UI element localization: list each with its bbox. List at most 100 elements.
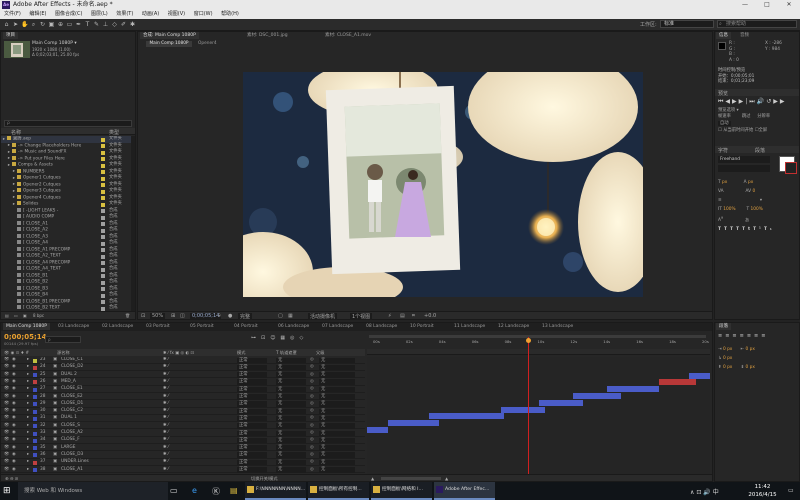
- blend-mode-select[interactable]: 正常: [237, 379, 267, 385]
- work-area-bar[interactable]: [369, 335, 706, 338]
- disclosure-triangle-icon[interactable]: ▸: [27, 372, 29, 379]
- audio-icon[interactable]: ◉: [12, 357, 16, 364]
- layer-row[interactable]: 👁 ◉ ▸ 26 ▣ MED_A ✱ ⁄ 正常 无 ◎ 无: [1, 379, 365, 386]
- label-color-icon[interactable]: [101, 274, 105, 278]
- always-preview-icon[interactable]: ⊡: [141, 313, 145, 319]
- timeline-comp-tab[interactable]: 07 Landscape: [319, 323, 356, 330]
- layer-row[interactable]: 👁 ◉ ▸ 34 ▣ CLOSE_F ✱ ⁄ 正常 无 ◎ 无: [1, 437, 365, 445]
- label-color-icon[interactable]: [101, 261, 105, 265]
- visibility-icon[interactable]: 👁: [4, 445, 9, 452]
- disclosure-triangle-icon[interactable]: ▸: [27, 394, 29, 401]
- layer-duration-bar[interactable]: [428, 413, 505, 420]
- visibility-icon[interactable]: 👁: [4, 379, 9, 386]
- blend-mode-select[interactable]: 正常: [237, 415, 267, 422]
- label-color-icon[interactable]: [101, 248, 105, 252]
- audio-icon[interactable]: ◉: [12, 408, 16, 415]
- parent-pickwhip-icon[interactable]: ◎: [310, 430, 314, 437]
- visibility-icon[interactable]: 👁: [4, 437, 9, 444]
- parent-select[interactable]: 无: [319, 401, 355, 407]
- taskbar-search-box[interactable]: 搜索 Web 和 Windows: [18, 482, 168, 500]
- visibility-icon[interactable]: 👁: [4, 394, 9, 401]
- layer-switches[interactable]: ✱ ⁄: [163, 415, 169, 422]
- parent-pickwhip-icon[interactable]: ◎: [310, 415, 314, 422]
- layer-label-color[interactable]: [33, 438, 37, 443]
- label-color-icon[interactable]: [101, 170, 105, 174]
- layer-row[interactable]: 👁 ◉ ▸ 37 ▣ UNDER.Lines ✱ ⁄ 正常 无 ◎ 无: [1, 459, 365, 466]
- parent-select[interactable]: 无: [319, 386, 355, 393]
- layer-label-color[interactable]: [33, 395, 37, 399]
- label-color-icon[interactable]: [101, 163, 105, 168]
- label-color-icon[interactable]: [101, 228, 105, 233]
- column-mode[interactable]: 模式: [237, 349, 245, 356]
- track-matte-select[interactable]: 无: [276, 401, 306, 407]
- audio-icon[interactable]: ◉: [12, 423, 16, 430]
- layer-name[interactable]: DUAL 1: [61, 415, 77, 422]
- label-color-icon[interactable]: [101, 196, 105, 200]
- layer-duration-bar[interactable]: [387, 420, 440, 427]
- leading-unit[interactable]: px: [748, 180, 753, 185]
- layer-duration-bar[interactable]: [572, 392, 621, 399]
- tray-chevron-icon[interactable]: ∧: [690, 489, 694, 496]
- subscript-icon[interactable]: T₁: [764, 227, 775, 232]
- parent-pickwhip-icon[interactable]: ◎: [310, 372, 314, 379]
- track-matte-select[interactable]: 无: [276, 452, 306, 458]
- parent-select[interactable]: 无: [319, 445, 355, 451]
- parent-select[interactable]: 无: [319, 437, 355, 444]
- audio-icon[interactable]: ◉: [12, 394, 16, 401]
- layer-row[interactable]: 👁 ◉ ▸ 36 ▣ CLOSE_D3 ✱ ⁄ 正常 无 ◎ 无: [1, 452, 365, 459]
- visibility-icon[interactable]: 👁: [4, 452, 9, 459]
- layer-row[interactable]: 👁 ◉ ▸ 38 ▣ CLOSE_A1 ✱ ⁄ 正常 无 ◎ 无: [1, 467, 365, 474]
- layer-switches[interactable]: ✱ ⁄: [163, 408, 169, 415]
- layer-row[interactable]: 👁 ◉ ▸ 23 ▣ CLOSE_C1 ✱ ⁄ 正常 无 ◎ 无: [1, 357, 365, 364]
- windows-start-icon[interactable]: ⊞: [3, 486, 13, 496]
- layer-duration-bar[interactable]: [500, 406, 546, 413]
- rotate-tool-icon[interactable]: ↻: [39, 21, 46, 28]
- tab-character[interactable]: 字符: [718, 147, 728, 154]
- text-tool-icon[interactable]: T: [84, 21, 91, 28]
- visibility-icon[interactable]: 👁: [4, 459, 9, 466]
- layer-switches[interactable]: ✱ ⁄: [163, 430, 169, 437]
- layer-name[interactable]: CLOSE_E1: [61, 386, 83, 393]
- blend-mode-select[interactable]: 正常: [237, 357, 267, 363]
- resolution-select[interactable]: 完整: [238, 312, 253, 320]
- align-right-icon[interactable]: ≡: [732, 333, 739, 339]
- layer-label-color[interactable]: [33, 468, 37, 472]
- label-color-icon[interactable]: [101, 137, 105, 142]
- disclosure-triangle-icon[interactable]: ▸: [27, 364, 29, 371]
- mute-icon[interactable]: 🔊: [757, 98, 766, 105]
- layer-row[interactable]: 👁 ◉ ▸ 25 ▣ DUAL 2 ✱ ⁄ 正常 无 ◎ 无: [1, 372, 365, 379]
- snapshot-icon[interactable]: ⌾: [218, 313, 221, 319]
- zoom-out-icon[interactable]: ▲: [371, 475, 374, 482]
- blend-mode-select[interactable]: 正常: [237, 386, 267, 393]
- parent-select[interactable]: 无: [319, 467, 355, 473]
- from-current-checkbox[interactable]: ☐: [718, 128, 722, 133]
- track-matte-select[interactable]: 无: [276, 379, 306, 385]
- column-parent[interactable]: 父级: [316, 349, 324, 356]
- label-color-icon[interactable]: [101, 202, 105, 207]
- layer-name[interactable]: DUAL 2: [61, 372, 77, 379]
- file-explorer-icon[interactable]: ▤: [230, 486, 238, 495]
- time-ruler[interactable]: 00s 02s 04s 06s 08s 10s 12s 14s 16s 18s 20s: [367, 339, 710, 348]
- zoom-select[interactable]: 50%: [150, 312, 166, 319]
- layer-label-color[interactable]: [33, 460, 37, 465]
- mask-icon[interactable]: ◫: [180, 313, 185, 319]
- label-color-icon[interactable]: [101, 209, 105, 213]
- timeline-comp-tab[interactable]: 04 Portrait: [231, 323, 261, 330]
- color-channel-icon[interactable]: ●: [228, 313, 232, 319]
- layer-label-color[interactable]: [33, 453, 37, 458]
- views-select[interactable]: 1个视图: [350, 312, 373, 320]
- new-folder-icon[interactable]: ▭: [14, 313, 18, 318]
- taskbar-app-button[interactable]: Adobe After Effec...: [434, 482, 495, 500]
- label-color-icon[interactable]: [101, 144, 105, 148]
- av-features-icon[interactable]: 👁 ◉ ⊙ ♦ #: [4, 349, 29, 356]
- font-size-unit[interactable]: px: [722, 180, 727, 185]
- tab-audio[interactable]: 音频: [737, 32, 752, 39]
- audio-icon[interactable]: ◉: [12, 452, 16, 459]
- layer-name[interactable]: LARGE: [61, 445, 75, 452]
- column-type[interactable]: 类型: [109, 129, 119, 136]
- layer-label-color[interactable]: [33, 373, 37, 378]
- disclosure-triangle-icon[interactable]: ▸: [27, 415, 29, 422]
- visibility-icon[interactable]: 👁: [4, 357, 9, 364]
- column-name[interactable]: 名称: [11, 129, 21, 136]
- blend-mode-select[interactable]: 正常: [237, 364, 267, 371]
